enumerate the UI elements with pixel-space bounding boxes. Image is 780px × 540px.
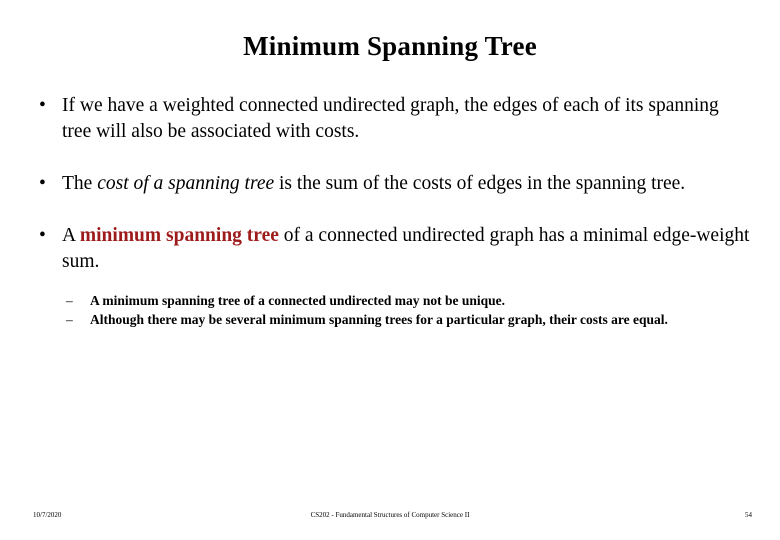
dash-marker-icon: – bbox=[66, 292, 73, 308]
dash-marker-icon: – bbox=[66, 311, 73, 327]
page-title: Minimum Spanning Tree bbox=[243, 31, 537, 61]
slide-body: • If we have a weighted connected undire… bbox=[30, 93, 752, 329]
bullet-text-2-tail: is the sum of the costs of edges in the … bbox=[274, 172, 686, 194]
sub-bullet-item-1: – A minimum spanning tree of a connected… bbox=[62, 291, 752, 310]
footer-page-number: 54 bbox=[745, 511, 752, 519]
sub-bullet-list: – A minimum spanning tree of a connected… bbox=[62, 291, 752, 329]
sub-bullet-text-2: Although there may be several minimum sp… bbox=[90, 311, 668, 327]
sub-bullet-item-2: – Although there may be several minimum … bbox=[62, 310, 752, 329]
bullet-text-3-lead: A bbox=[62, 224, 80, 246]
bullet-text-3-emphasis-term: minimum spanning tree bbox=[79, 224, 279, 246]
bullet-text-3: A minimum spanning tree of a connected u… bbox=[62, 223, 752, 275]
slide-canvas: Minimum Spanning Tree • If we have a wei… bbox=[0, 0, 780, 540]
bullet-item-1: • If we have a weighted connected undire… bbox=[30, 93, 752, 145]
footer-course-label: CS202 - Fundamental Structures of Comput… bbox=[310, 511, 470, 519]
bullet-item-2: • The cost of a spanning tree is the sum… bbox=[30, 171, 752, 197]
bullet-marker-icon: • bbox=[39, 224, 46, 246]
bullet-text-2-lead: The bbox=[62, 172, 98, 194]
bullet-text-1: If we have a weighted connected undirect… bbox=[62, 95, 719, 142]
sub-bullet-text-1: A minimum spanning tree of a connected u… bbox=[90, 292, 506, 308]
bullet-marker-icon: • bbox=[39, 95, 46, 116]
bullet-marker-icon: • bbox=[39, 172, 46, 194]
bullet-text-2-italic-term: cost of a spanning tree bbox=[97, 172, 275, 194]
bullet-item-3: • A minimum spanning tree of a connected… bbox=[30, 223, 752, 275]
bullet-text-2: The cost of a spanning tree is the sum o… bbox=[62, 171, 752, 197]
